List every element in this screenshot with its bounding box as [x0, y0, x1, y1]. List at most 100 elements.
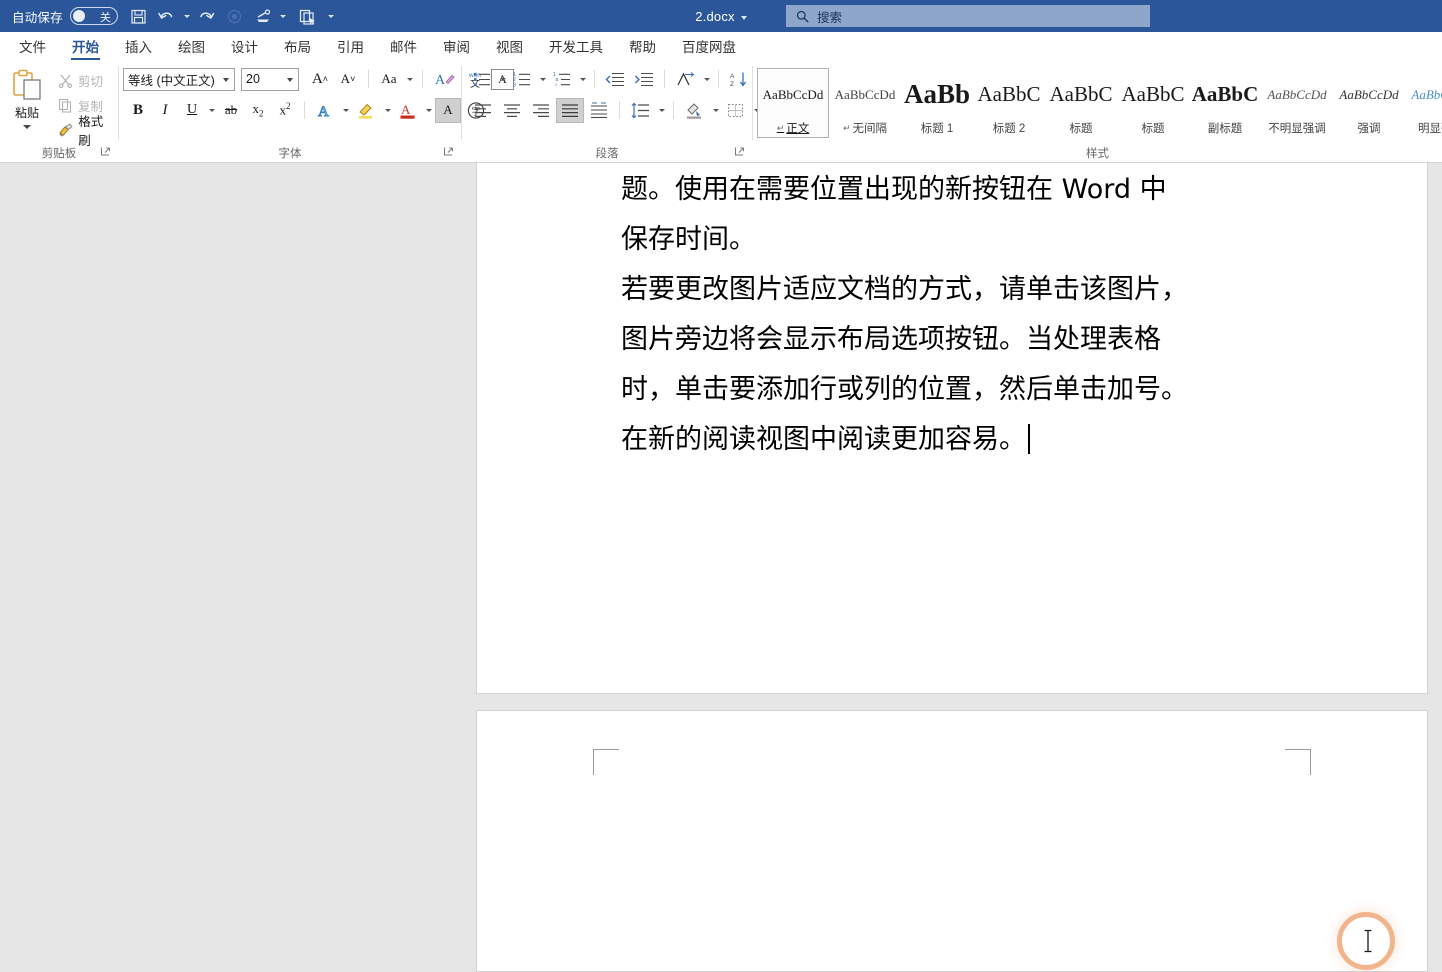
autosave-control[interactable]: 自动保存 关 [8, 7, 122, 26]
style-tile-7[interactable]: AaBbCcDd不明显强调 [1261, 68, 1333, 138]
font-dialog-launcher[interactable] [443, 146, 455, 158]
document-page-2[interactable] [476, 710, 1428, 972]
ribbon-tab-5[interactable]: 布局 [271, 31, 324, 61]
ribbon-tab-4[interactable]: 设计 [218, 31, 271, 61]
asian-layout-dropdown-icon[interactable] [701, 67, 712, 92]
ribbon-tab-11[interactable]: 帮助 [616, 31, 669, 61]
style-tile-6[interactable]: AaBbC副标题 [1189, 68, 1261, 138]
ribbon-tab-8[interactable]: 审阅 [430, 31, 483, 61]
styles-gallery[interactable]: AaBbCcDd↵正文AaBbCcDd↵无间隔AaBb标题 1AaBbC标题 2… [753, 66, 1442, 140]
ribbon-tab-2[interactable]: 插入 [112, 31, 165, 61]
record-icon[interactable] [220, 3, 250, 29]
ribbon-tab-9[interactable]: 视图 [483, 31, 536, 61]
numbering-button[interactable]: 123 [509, 67, 536, 92]
style-tile-0[interactable]: AaBbCcDd↵正文 [757, 68, 829, 138]
font-name-input[interactable]: 等线 (中文正文) [123, 68, 235, 91]
duplicate-icon[interactable] [292, 3, 322, 29]
highlight-color-dropdown-icon[interactable] [382, 98, 393, 123]
multilevel-list-button[interactable]: 1ai [549, 67, 576, 92]
highlight-color-button[interactable] [352, 98, 381, 123]
document-body-text[interactable]: 题。使用在需要位置出现的新按钮在 Word 中保存时间。若要更改图片适应文档的方… [621, 165, 1311, 465]
decrease-indent-button[interactable] [601, 67, 629, 92]
style-tile-4[interactable]: AaBbC标题 [1045, 68, 1117, 138]
ribbon-tab-10[interactable]: 开发工具 [536, 31, 616, 61]
increase-indent-button[interactable] [630, 67, 658, 92]
style-name: ↵正文 [777, 119, 810, 137]
borders-button[interactable] [722, 98, 750, 123]
distribute-button[interactable] [585, 98, 613, 123]
paste-dropdown-icon[interactable] [23, 125, 31, 129]
bold-button[interactable]: B [125, 98, 151, 123]
underline-dropdown-icon[interactable] [206, 98, 217, 123]
cut-button[interactable]: 剪切 [54, 69, 118, 91]
strikethrough-button[interactable]: ab [218, 98, 244, 123]
superscript-button[interactable]: x2 [272, 98, 298, 123]
style-tile-9[interactable]: AaBbCcDd明显强调 [1405, 68, 1442, 138]
paragraph-dialog-launcher[interactable] [734, 146, 746, 158]
paste-button[interactable]: 粘贴 [0, 66, 54, 129]
ribbon-tab-12[interactable]: 百度网盘 [669, 31, 749, 61]
styles-group-label-text: 样式 [1086, 145, 1109, 161]
line-spacing-button[interactable] [626, 98, 655, 123]
align-justify-button[interactable] [556, 98, 584, 123]
line-spacing-dropdown-icon[interactable] [656, 98, 667, 123]
shading-button[interactable] [680, 98, 709, 123]
font-size-input[interactable]: 20 [241, 68, 299, 91]
ribbon-tab-label: 百度网盘 [682, 36, 736, 56]
ribbon-tab-0[interactable]: 文件 [6, 31, 59, 61]
style-tile-8[interactable]: AaBbCcDd强调 [1333, 68, 1405, 138]
sort-button[interactable]: AZ [725, 67, 753, 92]
undo-icon[interactable] [156, 3, 178, 29]
asian-layout-button[interactable] [671, 67, 700, 92]
align-right-button[interactable] [527, 98, 555, 123]
style-name-text: 正文 [786, 120, 809, 136]
scissors-icon [58, 73, 73, 88]
ribbon-tab-3[interactable]: 绘图 [165, 31, 218, 61]
shrink-font-button[interactable]: A˅ [335, 67, 361, 92]
font-color-dropdown-icon[interactable] [423, 98, 434, 123]
bullets-button[interactable] [469, 67, 496, 92]
clear-formatting-button[interactable]: A [430, 67, 459, 92]
style-tile-5[interactable]: AaBbC标题 [1117, 68, 1189, 138]
paragraph-group-label: 段落 [462, 143, 752, 163]
style-tile-2[interactable]: AaBb标题 1 [901, 68, 973, 138]
grow-font-button[interactable]: A˄ [307, 67, 333, 92]
align-center-button[interactable] [498, 98, 526, 123]
autosave-toggle[interactable]: 关 [70, 7, 118, 25]
document-page-1[interactable]: 题。使用在需要位置出现的新按钮在 Word 中保存时间。若要更改图片适应文档的方… [476, 163, 1428, 694]
font-size-dropdown-icon[interactable] [287, 78, 293, 82]
style-tile-1[interactable]: AaBbCcDd↵无间隔 [829, 68, 901, 138]
document-canvas[interactable]: 题。使用在需要位置出现的新按钮在 Word 中保存时间。若要更改图片适应文档的方… [0, 163, 1442, 972]
ribbon-tab-7[interactable]: 邮件 [377, 31, 430, 61]
clipboard-dialog-launcher[interactable] [100, 146, 112, 158]
redo-icon[interactable] [196, 3, 218, 29]
touch-mode-dropdown-icon[interactable] [276, 3, 290, 29]
font-color-button[interactable]: A [394, 98, 422, 123]
save-icon[interactable] [124, 3, 154, 29]
subscript-button[interactable]: x2 [245, 98, 271, 123]
numbering-dropdown-icon[interactable] [537, 67, 548, 92]
style-tile-3[interactable]: AaBbC标题 2 [973, 68, 1045, 138]
change-case-button[interactable]: Aa [376, 67, 402, 92]
search-input[interactable]: 搜索 [786, 5, 1150, 27]
touch-mode-icon[interactable] [252, 3, 274, 29]
customize-qat-icon[interactable] [324, 3, 338, 29]
format-painter-button[interactable]: 格式刷 [54, 119, 118, 141]
underline-button[interactable]: U [179, 98, 205, 123]
shading-dropdown-icon[interactable] [710, 98, 721, 123]
character-shading-button[interactable]: A [435, 98, 461, 123]
text-effects-button[interactable]: A [311, 98, 339, 123]
text-effects-dropdown-icon[interactable] [340, 98, 351, 123]
undo-dropdown-icon[interactable] [180, 3, 194, 29]
bullets-dropdown-icon[interactable] [497, 67, 508, 92]
font-name-dropdown-icon[interactable] [223, 78, 229, 82]
italic-button[interactable]: I [152, 98, 178, 123]
multilevel-list-dropdown-icon[interactable] [577, 67, 588, 92]
style-preview: AaBbC [1050, 69, 1113, 119]
change-case-dropdown-icon[interactable] [404, 67, 415, 92]
style-name: ↵无间隔 [843, 119, 887, 137]
align-left-button[interactable] [469, 98, 497, 123]
ribbon-tab-1[interactable]: 开始 [59, 31, 112, 61]
document-title-dropdown-icon[interactable] [741, 16, 747, 20]
ribbon-tab-6[interactable]: 引用 [324, 31, 377, 61]
